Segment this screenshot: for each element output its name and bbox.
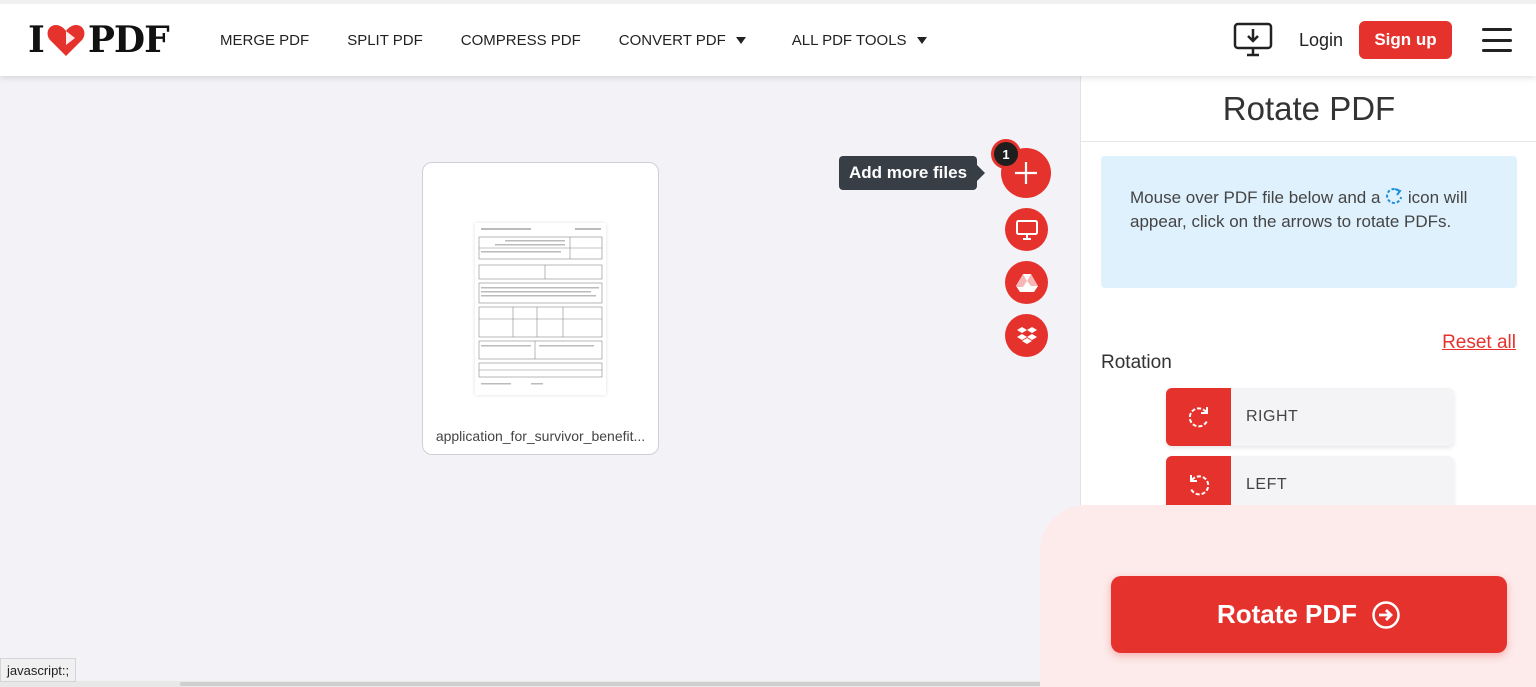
main-nav: MERGE PDF SPLIT PDF COMPRESS PDF CONVERT… — [220, 4, 965, 76]
nav-merge-pdf[interactable]: MERGE PDF — [220, 32, 309, 49]
add-more-files-tooltip: Add more files — [839, 156, 985, 190]
computer-icon — [1015, 219, 1038, 240]
file-count-badge: 1 — [991, 139, 1021, 169]
heart-logo-icon — [47, 25, 85, 56]
rotate-right-icon — [1188, 407, 1208, 428]
rotate-pdf-button-label: Rotate PDF — [1216, 599, 1358, 629]
caret-down-icon — [735, 36, 746, 44]
panel-title: Rotate PDF — [1081, 76, 1536, 142]
signup-button[interactable]: Sign up — [1359, 21, 1452, 59]
pdf-thumbnail — [475, 223, 606, 395]
arrow-right-circle-icon — [1372, 600, 1400, 629]
nav-all-pdf-tools[interactable]: ALL PDF TOOLS — [792, 32, 927, 49]
upload-from-computer-button[interactable] — [1005, 208, 1048, 251]
rotate-right-label: RIGHT — [1246, 408, 1299, 425]
login-link[interactable]: Login — [1299, 30, 1343, 51]
nav-split-pdf[interactable]: SPLIT PDF — [347, 32, 423, 49]
rotate-pdf-button[interactable]: Rotate PDF — [1111, 576, 1507, 653]
rotate-icon — [1386, 188, 1403, 204]
rotate-left-icon — [1189, 475, 1209, 496]
nav-compress-pdf[interactable]: COMPRESS PDF — [461, 32, 581, 49]
ilovepdf-logo[interactable]: I PDF — [28, 19, 170, 61]
info-box: Mouse over PDF file below and a icon wil… — [1101, 156, 1517, 288]
status-bar: javascript:; — [0, 658, 77, 682]
top-header: I PDF MERGE PDF SPLIT PDF COMPRESS PDF C… — [0, 0, 1536, 76]
desktop-download-icon[interactable] — [1233, 22, 1273, 58]
info-text-before: Mouse over PDF file below and a — [1130, 188, 1381, 207]
horizontal-scrollbar[interactable] — [0, 681, 1080, 687]
reset-all-link[interactable]: Reset all — [1442, 332, 1516, 354]
logo-text-left: I — [28, 19, 45, 61]
file-name: application_for_survivor_benefit... — [435, 428, 646, 444]
logo-text-right: PDF — [87, 19, 170, 61]
upload-from-dropbox-button[interactable] — [1005, 314, 1048, 357]
nav-convert-pdf[interactable]: CONVERT PDF — [619, 32, 746, 49]
caret-down-icon — [916, 36, 927, 44]
rotation-label: Rotation — [1101, 352, 1172, 373]
hamburger-icon[interactable] — [1482, 28, 1512, 52]
header-actions: Login Sign up — [1233, 4, 1512, 76]
rotate-right-button[interactable]: RIGHT — [1166, 388, 1454, 446]
dropbox-icon — [1016, 326, 1037, 344]
rotate-left-label: LEFT — [1246, 476, 1288, 493]
upload-from-google-drive-button[interactable] — [1005, 261, 1048, 304]
file-card[interactable]: application_for_survivor_benefit... — [422, 162, 659, 455]
google-drive-icon — [1015, 273, 1038, 292]
